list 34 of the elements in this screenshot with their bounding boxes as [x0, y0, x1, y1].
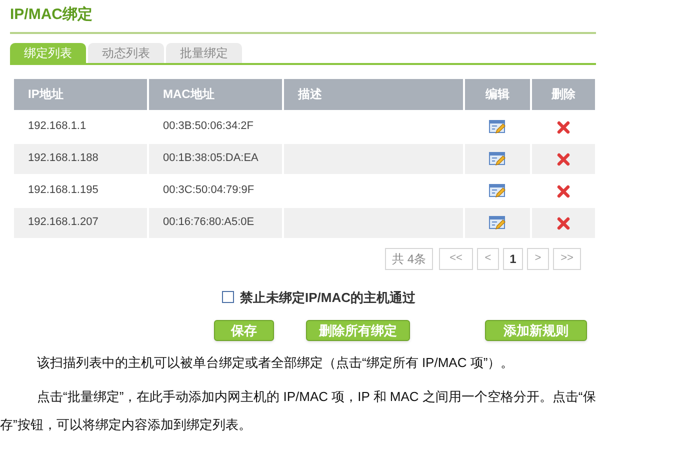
- total-count: 共 4条: [385, 248, 434, 270]
- help-text: 该扫描列表中的主机可以被单台绑定或者全部绑定（点击“绑定所有 IP/MAC 项”）。: [36, 354, 515, 372]
- edit-icon[interactable]: [489, 184, 506, 199]
- page-title: IP/MAC绑定: [10, 5, 92, 25]
- delete-icon[interactable]: [557, 120, 570, 134]
- tab[interactable]: 批量绑定: [166, 42, 242, 62]
- action-button[interactable]: 删除所有绑定: [306, 320, 410, 341]
- column-header: 描述: [284, 78, 463, 110]
- action-button[interactable]: 保存: [214, 320, 274, 341]
- tab[interactable]: 动态列表: [88, 42, 164, 62]
- help-text: 点击“批量绑定”，在此手动添加内网主机的 IP/MAC 项，IP 和 MAC 之间用一个空格分开。点击“保存”按钮，可以将绑定内容添加到绑定列表。: [0, 388, 597, 434]
- edit-icon[interactable]: [489, 120, 506, 135]
- action-button[interactable]: 添加新规则: [485, 320, 587, 341]
- checkbox[interactable]: [222, 291, 234, 304]
- delete-icon[interactable]: [557, 216, 570, 230]
- delete-icon[interactable]: [557, 152, 570, 166]
- table-cell: 00:1B:38:05:DA:EA: [149, 144, 282, 174]
- last-page-button[interactable]: >>: [553, 248, 582, 270]
- column-header: MAC地址: [149, 78, 282, 110]
- column-header: IP地址: [14, 78, 147, 110]
- checkbox-label: 禁止未绑定IP/MAC的主机通过: [240, 288, 416, 306]
- table-cell: 00:16:76:80:A5:0E: [149, 208, 282, 238]
- column-header: 删除: [532, 78, 595, 110]
- next-page-button[interactable]: >: [527, 248, 550, 270]
- first-page-button[interactable]: <<: [439, 248, 474, 270]
- delete-icon[interactable]: [557, 184, 570, 198]
- edit-icon[interactable]: [489, 216, 506, 231]
- column-header: 编辑: [465, 78, 530, 110]
- previous-page-button[interactable]: <: [477, 248, 500, 270]
- tab[interactable]: 绑定列表: [10, 42, 86, 62]
- table-cell: 192.168.1.188: [14, 144, 147, 174]
- table-cell: 192.168.1.207: [14, 208, 147, 238]
- edit-icon[interactable]: [489, 152, 506, 167]
- page-button[interactable]: 1: [503, 248, 524, 270]
